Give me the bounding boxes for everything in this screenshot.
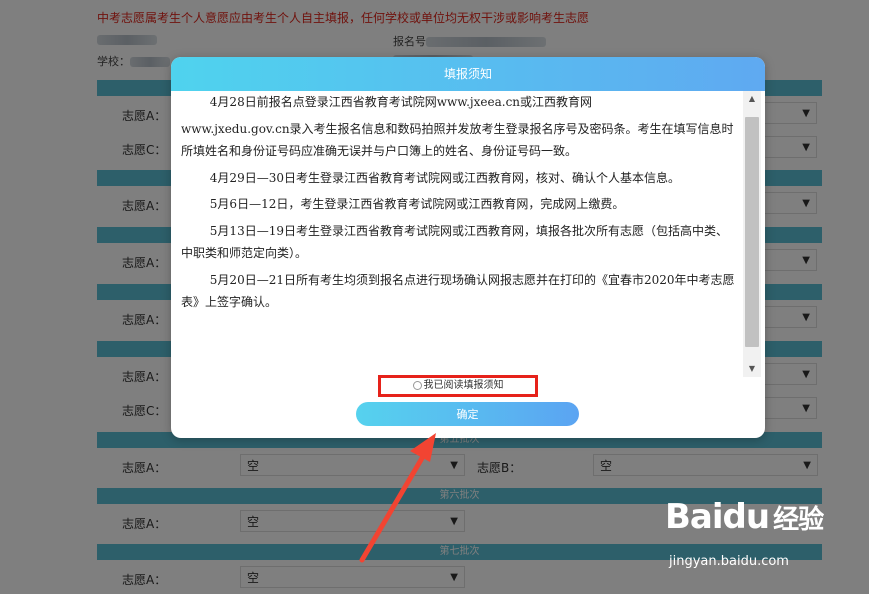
baidu-logo: Baidu 经验 [665,497,824,537]
watermark-url: jingyan.baidu.com [669,554,789,569]
baidu-watermark: Baidu 经验 jingyan.baidu.com [665,497,865,577]
